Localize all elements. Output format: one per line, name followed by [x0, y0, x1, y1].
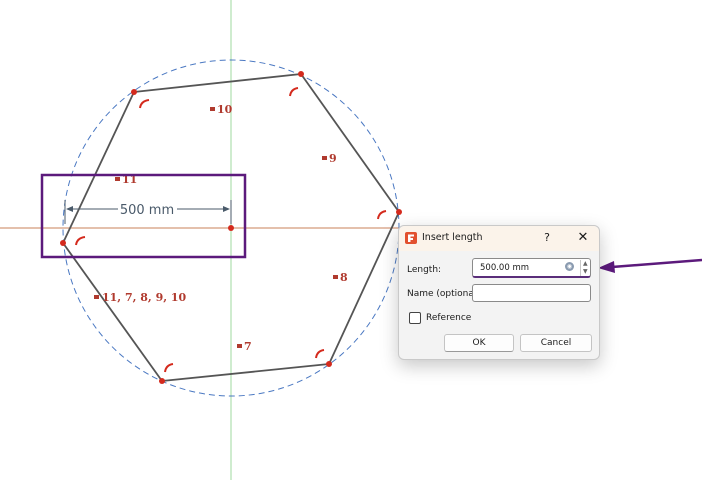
hexagon-edge[interactable] — [62, 242, 163, 382]
insert-length-dialog[interactable]: Insert length ? ✕ Length: ◉ ▲ ▼ Name (op… — [398, 225, 600, 360]
name-input[interactable] — [472, 284, 591, 302]
length-label: Length: — [407, 265, 442, 275]
vertex-point[interactable] — [396, 209, 402, 215]
hexagon-edge[interactable] — [133, 73, 302, 93]
dialog-titlebar[interactable]: Insert length ? ✕ — [399, 226, 599, 251]
vertex-point[interactable] — [159, 378, 165, 384]
center-point[interactable] — [228, 225, 234, 231]
app-logo-icon — [405, 232, 417, 244]
ok-button[interactable]: OK — [444, 334, 514, 352]
reference-checkbox[interactable] — [409, 312, 421, 324]
arrow-head-icon — [598, 261, 615, 273]
hexagon-edge[interactable] — [328, 211, 400, 365]
constraint-label: 10 — [217, 103, 233, 116]
hexagon-edge[interactable] — [161, 363, 330, 382]
length-spinner[interactable]: ▲ ▼ — [580, 260, 591, 276]
constraint-label: 9 — [329, 152, 337, 165]
spin-up-icon[interactable]: ▲ — [583, 261, 588, 267]
close-icon[interactable]: ✕ — [574, 229, 592, 247]
angle-mark-icon — [377, 210, 387, 220]
dimension-label[interactable]: 500 mm — [120, 203, 174, 218]
vertex-point[interactable] — [298, 71, 304, 77]
hexagon-edge[interactable] — [62, 91, 135, 244]
spin-down-icon[interactable]: ▼ — [583, 269, 588, 275]
constraint-label: 7 — [244, 340, 252, 353]
vertex-point[interactable] — [131, 89, 137, 95]
length-input[interactable] — [480, 263, 560, 273]
length-field[interactable]: ◉ ▲ ▼ — [472, 258, 591, 278]
angle-mark-icon — [289, 87, 299, 97]
angle-mark-icon — [139, 99, 150, 109]
angle-mark-icon — [75, 236, 86, 246]
dimension-arrow-icon — [66, 206, 73, 212]
vertex-point[interactable] — [60, 240, 66, 246]
expression-icon[interactable]: ◉ — [565, 262, 574, 271]
dialog-title: Insert length — [422, 232, 483, 243]
vertex-point[interactable] — [326, 361, 332, 367]
hexagon-edge[interactable] — [300, 73, 400, 213]
angle-mark-icon — [164, 363, 174, 373]
cancel-button[interactable]: Cancel — [520, 334, 592, 352]
dimension-arrow-icon — [223, 206, 230, 212]
angle-mark-icon — [315, 349, 325, 359]
name-label: Name (optional) — [407, 289, 480, 299]
annotation-arrow — [598, 258, 702, 273]
constraint-label: 11, 7, 8, 9, 10 — [102, 291, 187, 304]
help-button[interactable]: ? — [539, 229, 555, 247]
constraint-label: 8 — [340, 271, 348, 284]
reference-label[interactable]: Reference — [426, 313, 471, 323]
length-dimension[interactable]: 500 mm — [64, 200, 232, 224]
